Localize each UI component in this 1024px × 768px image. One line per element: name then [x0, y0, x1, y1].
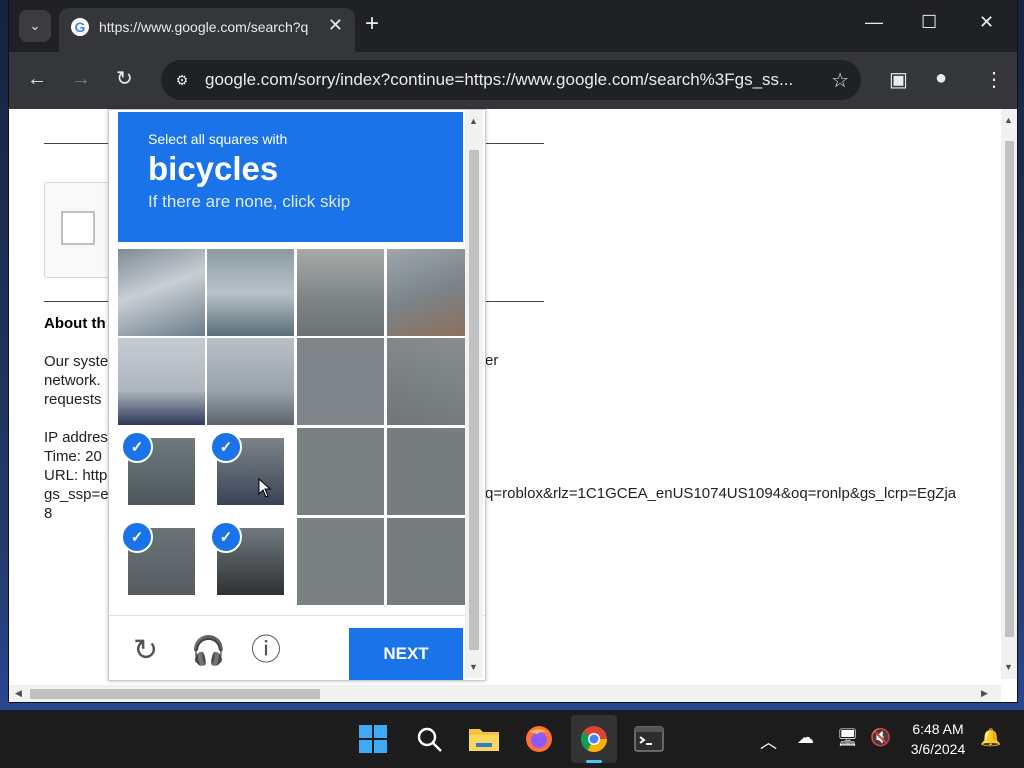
system-clock[interactable]: 6:48 AM 3/6/2024 — [902, 719, 974, 759]
forward-button[interactable]: → — [71, 68, 91, 90]
firefox-icon[interactable] — [522, 722, 556, 756]
profile-icon[interactable]: ● — [935, 67, 947, 90]
maximize-button[interactable]: ☐ — [921, 12, 937, 33]
grid-tile[interactable] — [118, 249, 205, 336]
terminal-icon[interactable] — [632, 722, 666, 756]
taskbar: ︿ ☁ 🖥 🔇 6:48 AM 3/6/2024 🔔 — [0, 710, 1024, 768]
checkmark-icon: ✓ — [121, 521, 153, 553]
body-text-line: Our syste — [44, 353, 109, 370]
scrollbar-thumb[interactable] — [469, 150, 479, 650]
info-icon[interactable]: ⓘ — [251, 636, 281, 666]
scroll-down-icon[interactable]: ▼ — [469, 662, 478, 672]
start-icon[interactable] — [356, 722, 390, 756]
scroll-down-icon[interactable]: ▼ — [1004, 662, 1013, 672]
menu-icon[interactable]: ⋮ — [984, 67, 1004, 92]
scroll-right-icon[interactable]: ▶ — [981, 688, 988, 699]
tab-search-button[interactable]: ⌄ — [19, 10, 51, 42]
tab-google-search[interactable]: G https://www.google.com/search?q= ✕ — [59, 8, 355, 52]
grid-tile-selected[interactable]: ✓ — [118, 428, 205, 515]
grid-tile[interactable] — [118, 338, 205, 425]
scrollbar-thumb[interactable] — [1005, 141, 1014, 637]
challenge-footer: ↻ 🎧 ⓘ NEXT — [109, 615, 485, 681]
url-line: q=roblox&rlz=1C1GCEA_enUS1074US1094&oq=r… — [485, 485, 957, 502]
scroll-up-icon[interactable]: ▲ — [469, 116, 478, 126]
page-vertical-scrollbar[interactable]: ▲ ▼ — [1001, 109, 1017, 679]
scrollbar-thumb[interactable] — [30, 689, 320, 699]
address-bar[interactable]: ⚙ google.com/sorry/index?continue=https:… — [161, 60, 861, 100]
active-indicator — [586, 760, 602, 763]
recaptcha-challenge: Select all squares with bicycles If ther… — [108, 109, 486, 681]
tab-bar: ⌄ G https://www.google.com/search?q= ✕ +… — [9, 0, 1017, 52]
grid-tile[interactable] — [297, 338, 384, 425]
grid-tile[interactable] — [297, 518, 384, 605]
tab-title: https://www.google.com/search?q= — [99, 19, 309, 35]
challenge-scrollbar[interactable]: ▲ ▼ — [465, 110, 483, 678]
scroll-left-icon[interactable]: ◀ — [15, 688, 22, 699]
google-favicon-icon: G — [71, 18, 89, 36]
new-tab-button[interactable]: + — [365, 12, 379, 36]
url-line: gs_ssp=e — [44, 486, 109, 503]
file-explorer-icon[interactable] — [467, 722, 501, 756]
time-line: Time: 20 — [44, 448, 102, 465]
url-line: 8 — [44, 505, 53, 522]
challenge-target: bicycles — [148, 150, 279, 187]
checkmark-icon: ✓ — [121, 431, 153, 463]
close-window-button[interactable]: ✕ — [979, 12, 994, 33]
challenge-header: Select all squares with bicycles If ther… — [118, 112, 463, 242]
recaptcha-checkbox[interactable] — [61, 211, 95, 245]
image-grid: ✓ ✓ ✓ ✓ — [118, 249, 474, 607]
onedrive-icon[interactable]: ☁ — [797, 728, 814, 748]
grid-tile[interactable] — [207, 249, 294, 336]
bookmark-star-icon[interactable]: ☆ — [831, 68, 849, 93]
about-heading: About th — [44, 315, 106, 332]
url-text[interactable]: google.com/sorry/index?continue=https://… — [205, 70, 815, 90]
checkmark-icon: ✓ — [210, 521, 242, 553]
reload-button[interactable]: ↻ — [116, 68, 133, 90]
grid-tile[interactable] — [297, 428, 384, 515]
page-horizontal-scrollbar[interactable]: ◀ ▶ — [9, 685, 1001, 702]
search-icon[interactable] — [412, 722, 446, 756]
volume-icon[interactable]: 🔇 — [870, 728, 891, 748]
grid-tile[interactable] — [207, 338, 294, 425]
network-icon[interactable]: 🖥 — [837, 728, 859, 748]
clock-date: 3/6/2024 — [910, 741, 966, 757]
side-panel-icon[interactable]: ▣ — [889, 67, 908, 92]
grid-tile[interactable] — [387, 518, 474, 605]
chrome-icon[interactable] — [577, 722, 611, 756]
tray-chevron-icon[interactable]: ︿ — [760, 728, 777, 753]
url-line: URL: http — [44, 467, 108, 484]
browser-toolbar: ← → ↻ ⚙ google.com/sorry/index?continue=… — [9, 52, 1017, 109]
body-text-line: er — [485, 352, 499, 369]
audio-challenge-icon[interactable]: 🎧 — [191, 636, 226, 666]
site-info-icon[interactable]: ⚙ — [171, 69, 193, 91]
ip-address-line: IP addres — [44, 429, 108, 446]
body-text-line: network. — [44, 372, 101, 389]
grid-tile-selected[interactable]: ✓ — [118, 518, 205, 605]
grid-tile-selected[interactable]: ✓ — [207, 518, 294, 605]
next-button[interactable]: NEXT — [349, 628, 463, 680]
grid-tile[interactable] — [387, 249, 474, 336]
grid-tile[interactable] — [387, 338, 474, 425]
grid-tile[interactable] — [297, 249, 384, 336]
challenge-subtitle: Select all squares with — [148, 131, 288, 147]
scroll-up-icon[interactable]: ▲ — [1004, 115, 1013, 125]
reload-challenge-icon[interactable]: ↻ — [133, 636, 158, 666]
tab-close-icon[interactable]: ✕ — [328, 15, 343, 36]
back-button[interactable]: ← — [27, 68, 47, 90]
grid-tile[interactable] — [387, 428, 474, 515]
body-text-line: requests — [44, 391, 102, 408]
challenge-hint: If there are none, click skip — [148, 192, 351, 211]
chevron-down-icon: ⌄ — [29, 18, 41, 33]
checkmark-icon: ✓ — [210, 431, 242, 463]
clock-time: 6:48 AM — [912, 721, 964, 737]
grid-tile-selected[interactable]: ✓ — [207, 428, 294, 515]
notification-icon[interactable]: 🔔 — [980, 728, 1001, 748]
minimize-button[interactable]: — — [865, 12, 883, 33]
